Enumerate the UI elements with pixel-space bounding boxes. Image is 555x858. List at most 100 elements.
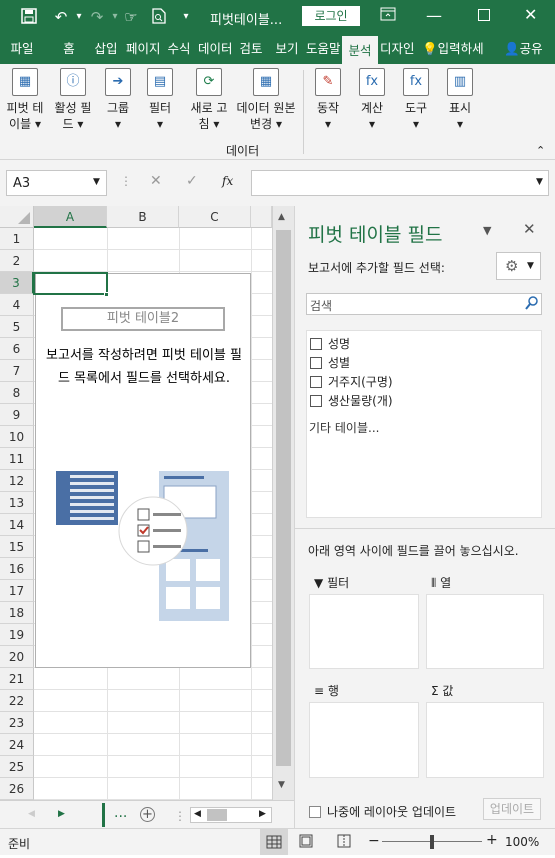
filter-button[interactable]: ▤ 필터 ▾ [142,68,178,132]
row-header[interactable]: 2 [0,250,34,272]
column-header-c[interactable]: C [179,206,251,228]
tab-insert[interactable]: 삽입 [90,36,122,64]
tab-formulas[interactable]: 수식 [162,36,196,64]
more-tables-link[interactable]: 기타 테이블... [309,419,379,436]
row-header[interactable]: 9 [0,404,34,426]
cancel-icon[interactable]: ✕ [150,173,162,189]
selected-cell-a3[interactable] [33,272,108,295]
tab-review[interactable]: 검토 [234,36,268,64]
pivot-table-button[interactable]: ▦ 피벗 테 이블 ▾ [2,68,48,132]
enter-icon[interactable]: ✓ [186,173,198,189]
row-header[interactable]: 12 [0,470,34,492]
tab-home[interactable]: 홈 [54,36,84,64]
row-header[interactable]: 13 [0,492,34,514]
row-header[interactable]: 21 [0,668,34,690]
change-data-source-button[interactable]: ▦ 데이터 원본 변경 ▾ [232,68,300,132]
page-layout-view-icon[interactable] [298,833,314,852]
defer-update-checkbox[interactable]: 나중에 레이아웃 업데이트 [309,803,456,820]
select-all-corner[interactable] [0,206,34,228]
tab-data[interactable]: 데이터 [198,36,232,64]
name-box[interactable]: A3 ▼ [6,170,107,196]
horizontal-scrollbar[interactable]: ◀ ▶ [190,807,272,823]
row-header[interactable]: 25 [0,756,34,778]
prev-sheet-icon[interactable]: ◀ [28,809,35,819]
collapse-ribbon-icon[interactable]: ⌃ [536,144,545,157]
refresh-button[interactable]: ⟳ 새로 고 침 ▾ [186,68,232,132]
close-icon[interactable]: ✕ [524,5,537,24]
chevron-down-icon[interactable]: ▼ [93,177,100,187]
scrollbar-thumb[interactable] [276,230,291,766]
row-header[interactable]: 15 [0,536,34,558]
worksheet-grid[interactable]: A B C 1 2 3 4 5 6 7 8 9 10 11 12 13 14 15 16 17 18 19 20 21 2… [0,206,294,800]
scroll-right-icon[interactable]: ▶ [259,809,266,819]
row-header[interactable]: 3 [0,272,34,294]
fill-handle[interactable] [104,292,109,297]
zoom-out-button[interactable]: − [368,833,380,849]
zoom-slider-thumb[interactable] [430,835,434,849]
row-header[interactable]: 11 [0,448,34,470]
save-icon[interactable] [18,8,40,28]
filters-drop-area[interactable] [309,594,419,669]
row-header[interactable]: 8 [0,382,34,404]
row-header[interactable]: 23 [0,712,34,734]
tools-dropdown[interactable]: ⚙ ▼ [496,252,541,280]
zoom-level[interactable]: 100% [505,835,539,849]
field-checkbox[interactable] [310,395,322,407]
ribbon-display-options-icon[interactable] [380,7,410,25]
row-header[interactable]: 10 [0,426,34,448]
scroll-left-icon[interactable]: ◀ [194,809,201,819]
tab-help[interactable]: 도움말 [306,36,340,64]
field-item[interactable]: 생산물량(개) [310,392,393,409]
pivot-placeholder[interactable]: 피벗 테이블2 보고서를 작성하려면 피벗 테이블 필드 목록에서 필드를 선택… [35,273,251,668]
horizontal-scrollbar-thumb[interactable] [207,809,227,821]
update-button[interactable]: 업데이트 [483,798,541,820]
pane-options-icon[interactable]: ▼ [483,224,491,237]
field-checkbox[interactable] [310,338,322,350]
row-header[interactable]: 24 [0,734,34,756]
field-checkbox[interactable] [310,357,322,369]
row-header[interactable]: 17 [0,580,34,602]
normal-view-button[interactable] [260,829,288,855]
tools-button[interactable]: fx 도구 ▾ [396,68,436,132]
scroll-down-icon[interactable]: ▼ [278,780,285,790]
row-header[interactable]: 16 [0,558,34,580]
values-drop-area[interactable] [426,702,544,778]
new-sheet-button[interactable]: + [140,807,155,822]
share-button[interactable]: 👤공유 [504,36,554,64]
row-header[interactable]: 19 [0,624,34,646]
rows-drop-area[interactable] [309,702,419,778]
customize-icon[interactable]: ▾ [175,8,197,26]
maximize-icon[interactable] [478,9,490,21]
expand-formula-icon[interactable]: ▼ [536,177,543,187]
tab-design[interactable]: 디자인 [380,36,414,64]
row-header[interactable]: 7 [0,360,34,382]
actions-button[interactable]: ✎ 동작 ▾ [308,68,348,132]
tab-analyze[interactable]: 분석 [342,36,378,64]
page-break-view-icon[interactable] [336,833,352,852]
login-button[interactable]: 로그인 [302,6,360,26]
row-header[interactable]: 14 [0,514,34,536]
column-header-d[interactable] [251,206,272,228]
vertical-scrollbar[interactable]: ▲ ▼ [272,206,294,800]
zoom-in-button[interactable]: + [486,832,498,848]
row-header[interactable]: 4 [0,294,34,316]
row-header[interactable]: 5 [0,316,34,338]
more-sheets-button[interactable]: ... [114,805,127,821]
scroll-up-icon[interactable]: ▲ [278,212,285,222]
close-pane-icon[interactable]: ✕ [523,220,536,238]
group-button[interactable]: ➔ 그룹 ▾ [100,68,136,132]
row-header[interactable]: 18 [0,602,34,624]
minimize-icon[interactable]: — [426,6,442,25]
calculations-button[interactable]: fx 계산 ▾ [352,68,392,132]
insert-function-icon[interactable]: fx [222,174,233,188]
print-preview-icon[interactable] [148,8,170,28]
row-header[interactable]: 26 [0,778,34,800]
show-button[interactable]: ▥ 표시 ▾ [440,68,480,132]
tab-page-layout[interactable]: 페이지 [126,36,160,64]
row-header[interactable]: 1 [0,228,34,250]
formula-input[interactable]: ▼ [251,170,549,196]
row-header[interactable]: 6 [0,338,34,360]
tab-file[interactable]: 파일 [2,36,42,64]
row-header[interactable]: 22 [0,690,34,712]
tab-view[interactable]: 보기 [270,36,304,64]
